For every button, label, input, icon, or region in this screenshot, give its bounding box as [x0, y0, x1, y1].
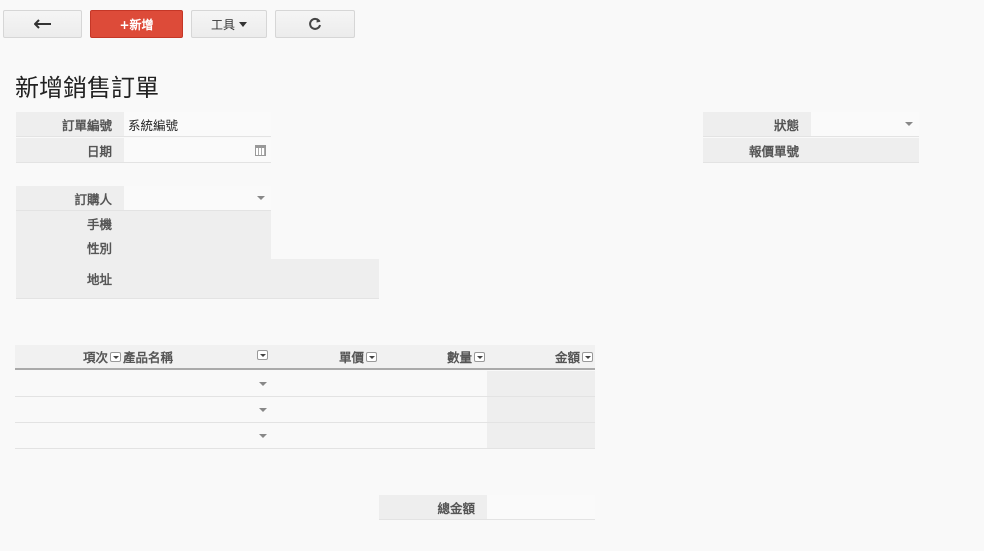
product-select[interactable] [123, 397, 271, 422]
amount-value [487, 371, 595, 396]
col-product-label: 產品名稱 [123, 350, 174, 365]
status-row: 狀態 [703, 112, 919, 137]
gender-label: 性別 [16, 235, 124, 259]
col-amount-header[interactable]: 金額 [487, 345, 593, 368]
column-menu-icon[interactable] [257, 350, 268, 360]
chevron-down-icon [259, 408, 267, 412]
buyer-label: 訂購人 [16, 186, 124, 210]
col-qty-header[interactable]: 數量 [379, 345, 485, 368]
buyer-row: 訂購人 [16, 186, 271, 211]
quantity-input[interactable] [379, 423, 487, 448]
chevron-down-icon [239, 21, 247, 27]
col-product-header[interactable]: 產品名稱 [123, 345, 271, 368]
quote-number-value [811, 138, 919, 162]
date-row: 日期 [16, 138, 271, 163]
price-input[interactable] [271, 397, 379, 422]
phone-value [124, 211, 271, 235]
order-number-row: 訂單編號 系統編號 [16, 112, 271, 137]
tools-dropdown-button[interactable]: 工具 [191, 10, 267, 38]
chevron-down-icon [905, 122, 913, 126]
refresh-button[interactable] [275, 10, 355, 38]
amount-value [487, 397, 595, 422]
address-row: 地址 [16, 259, 379, 299]
items-table-header: 項次 產品名稱 單價 數量 金額 [15, 345, 595, 370]
total-row: 總金額 [379, 495, 595, 520]
back-button[interactable] [3, 10, 82, 38]
chevron-down-icon [259, 434, 267, 438]
total-value [487, 495, 595, 519]
order-number-label: 訂單編號 [16, 112, 124, 136]
status-label: 狀態 [703, 112, 811, 136]
total-label: 總金額 [379, 495, 487, 519]
column-menu-icon[interactable] [474, 351, 485, 362]
order-number-value: 系統編號 [124, 112, 271, 136]
tools-label: 工具 [210, 17, 235, 32]
status-select[interactable] [811, 112, 919, 136]
row-index [15, 371, 123, 396]
quote-number-row: 報價單號 [703, 138, 919, 163]
phone-row: 手機 [16, 211, 271, 236]
quote-number-label: 報價單號 [703, 138, 811, 162]
product-select[interactable] [123, 371, 271, 396]
column-menu-icon[interactable] [110, 351, 121, 362]
col-index-header[interactable]: 項次 [15, 345, 121, 368]
col-amount-label: 金額 [554, 350, 580, 365]
table-row [15, 397, 595, 423]
price-input[interactable] [271, 423, 379, 448]
calendar-icon[interactable] [255, 145, 266, 156]
add-new-label: +新增 [119, 17, 154, 32]
gender-value [124, 235, 271, 259]
refresh-icon [309, 17, 321, 30]
chevron-down-icon [259, 382, 267, 386]
col-price-header[interactable]: 單價 [271, 345, 377, 368]
col-index-label: 項次 [82, 350, 108, 365]
gender-row: 性別 [16, 235, 271, 260]
address-value [124, 259, 379, 298]
buyer-select[interactable] [124, 186, 271, 210]
add-new-button[interactable]: +新增 [90, 10, 183, 38]
price-input[interactable] [271, 371, 379, 396]
col-qty-label: 數量 [446, 350, 472, 365]
table-row [15, 423, 595, 449]
col-price-label: 單價 [338, 350, 364, 365]
arrow-left-icon [33, 19, 51, 29]
amount-value [487, 423, 595, 448]
table-row [15, 371, 595, 397]
product-select[interactable] [123, 423, 271, 448]
column-menu-icon[interactable] [582, 351, 593, 362]
quantity-input[interactable] [379, 397, 487, 422]
phone-label: 手機 [16, 211, 124, 235]
row-index [15, 423, 123, 448]
date-label: 日期 [16, 138, 124, 162]
page-title: 新增銷售訂單 [15, 74, 159, 102]
column-menu-icon[interactable] [366, 351, 377, 362]
chevron-down-icon [257, 196, 265, 200]
date-field[interactable] [124, 138, 271, 162]
address-label: 地址 [16, 259, 124, 298]
quantity-input[interactable] [379, 371, 487, 396]
row-index [15, 397, 123, 422]
